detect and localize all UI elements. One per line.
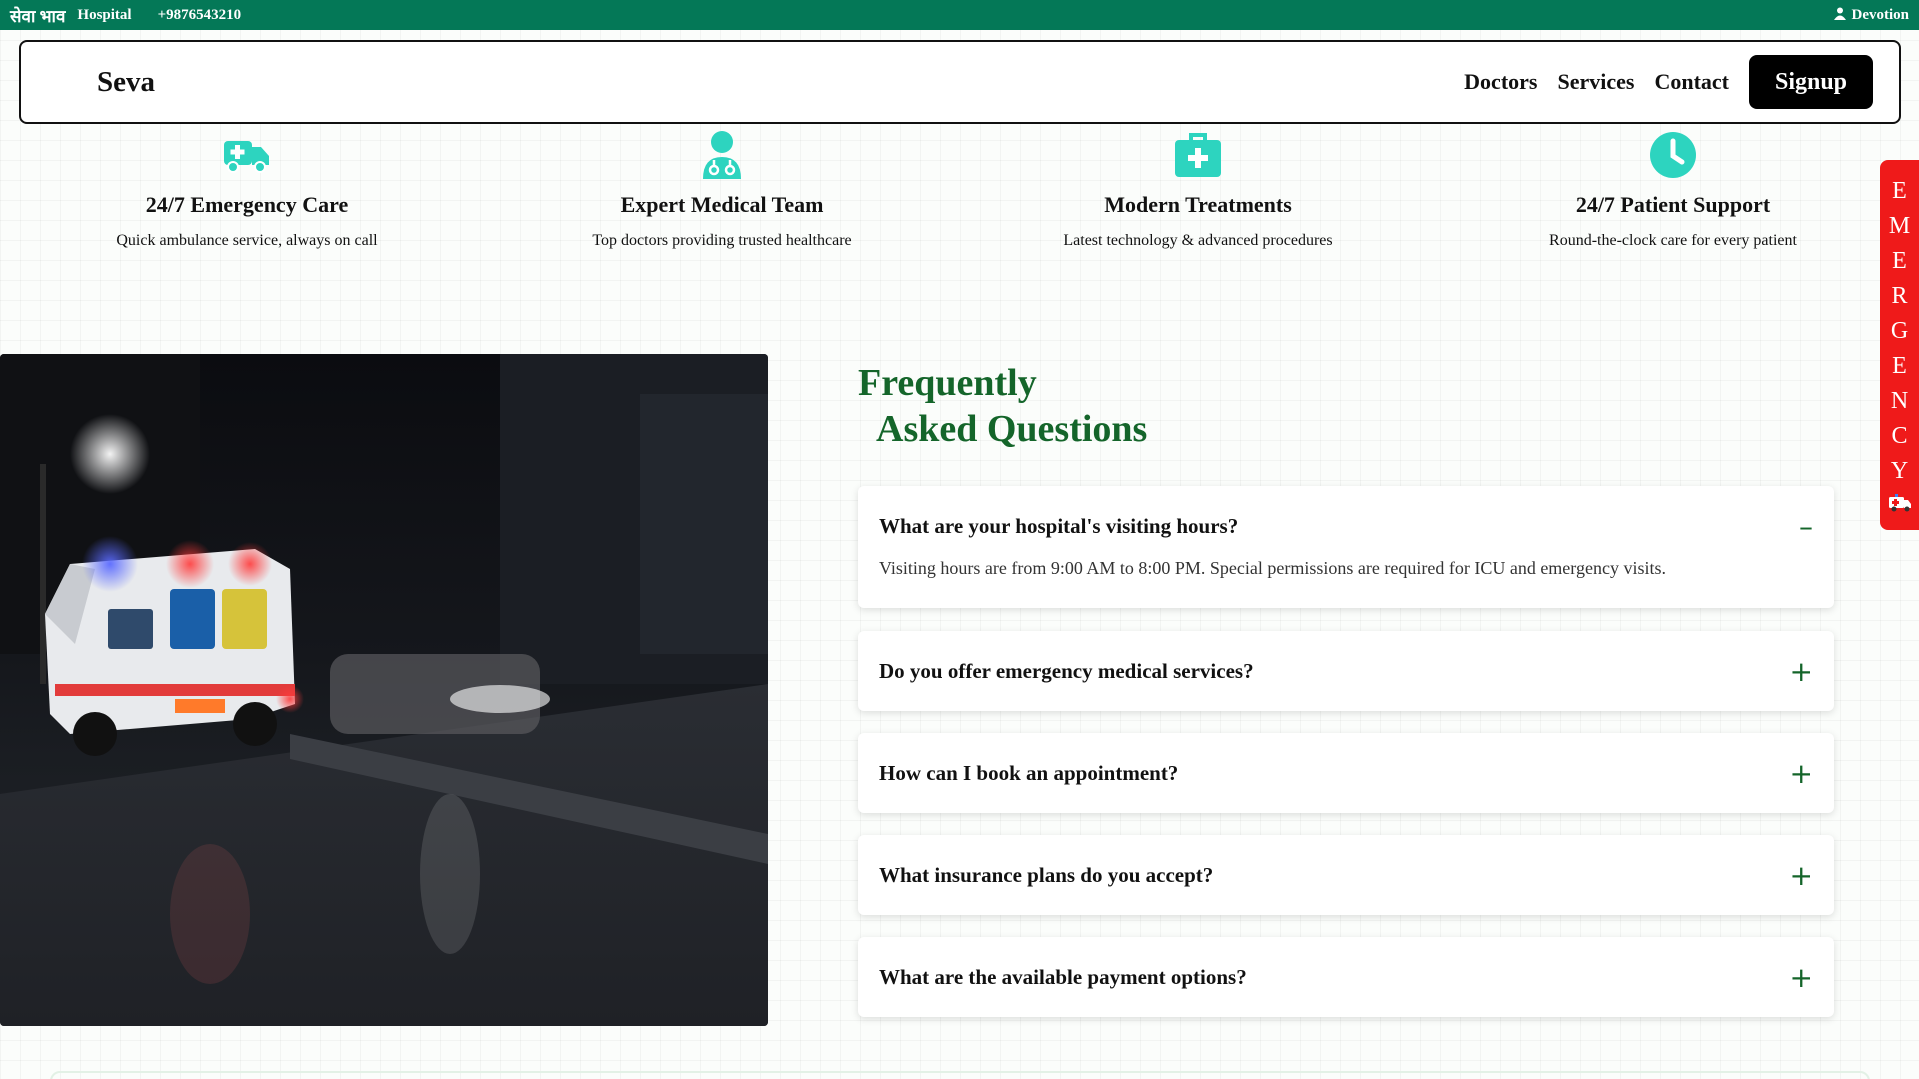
emergency-letter: Y (1890, 458, 1909, 484)
feature-title: Expert Medical Team (620, 192, 824, 217)
feature-title: Modern Treatments (1104, 192, 1292, 217)
ambulance-photo (0, 354, 768, 1026)
emergency-letter: M (1888, 213, 1911, 239)
faq-title-line1: Frequently (858, 362, 1037, 404)
faq-question-text: What insurance plans do you accept? (879, 862, 1214, 887)
user-menu[interactable]: Devotion (1833, 6, 1910, 24)
feature-medical-team: Expert Medical Team Top doctors providin… (512, 130, 932, 250)
clock-icon (1463, 130, 1883, 180)
feature-title: 24/7 Emergency Care (145, 192, 349, 217)
emergency-letter: G (1890, 318, 1909, 344)
medical-kit-icon (988, 130, 1408, 180)
faq-question-text: How can I book an appointment? (879, 760, 1179, 785)
feature-title: 24/7 Patient Support (1575, 192, 1771, 217)
user-name: Devotion (1851, 6, 1910, 23)
faq-question-text: What are your hospital's visiting hours? (879, 513, 1239, 538)
next-section-card (50, 1071, 1870, 1079)
plus-icon[interactable]: + (1790, 859, 1813, 892)
faq-item-visiting-hours: What are your hospital's visiting hours?… (858, 486, 1834, 608)
doctor-icon (512, 130, 932, 180)
minus-icon[interactable]: – (1799, 510, 1813, 543)
faq-item-insurance: What insurance plans do you accept? + (858, 835, 1834, 915)
phone-number[interactable]: +9876543210 (158, 7, 242, 24)
plus-icon[interactable]: + (1790, 655, 1813, 688)
faq-question[interactable]: What are your hospital's visiting hours?… (879, 486, 1813, 566)
emergency-letter: E (1892, 248, 1907, 274)
nav-link-contact[interactable]: Contact (1654, 69, 1729, 95)
ambulance-icon (37, 130, 457, 180)
emergency-tab[interactable]: E M E R G E N C Y (1880, 160, 1919, 530)
faq-question-text: Do you offer emergency medical services? (879, 658, 1254, 683)
faq-answer: Visiting hours are from 9:00 AM to 8:00 … (879, 558, 1666, 578)
feature-description: Top doctors providing trusted healthcare (592, 232, 852, 249)
emergency-letter: R (1891, 283, 1908, 309)
brand-hindi: सेवा भाव (10, 6, 66, 26)
ambulance-icon (1888, 491, 1912, 521)
signup-button[interactable]: Signup (1749, 55, 1873, 109)
feature-description: Quick ambulance service, always on call (116, 232, 378, 249)
faq-question-text: What are the available payment options? (879, 964, 1247, 989)
faq-question[interactable]: Do you offer emergency medical services?… (879, 631, 1813, 711)
plus-icon[interactable]: + (1790, 961, 1813, 994)
main-navbar: Seva Doctors Services Contact Signup (19, 40, 1901, 124)
features-section: 24/7 Emergency Care Quick ambulance serv… (0, 124, 1880, 264)
emergency-letter: C (1891, 423, 1908, 449)
faq-question[interactable]: What are the available payment options? … (879, 937, 1813, 1017)
nav-link-services[interactable]: Services (1557, 69, 1634, 95)
site-logo[interactable]: Seva (97, 66, 155, 99)
person-icon (1833, 7, 1846, 24)
top-bar: सेवा भाव Hospital +9876543210 Devotion (0, 0, 1919, 30)
faq-item-payment: What are the available payment options? … (858, 937, 1834, 1017)
feature-modern-treatments: Modern Treatments Latest technology & ad… (988, 130, 1408, 250)
faq-question[interactable]: What insurance plans do you accept? + (879, 835, 1813, 915)
emergency-letter: E (1892, 353, 1907, 379)
feature-patient-support: 24/7 Patient Support Round-the-clock car… (1463, 130, 1883, 250)
nav-links: Doctors Services Contact Signup (1464, 55, 1873, 109)
faq-item-emergency-services: Do you offer emergency medical services?… (858, 631, 1834, 711)
faq-item-appointment: How can I book an appointment? + (858, 733, 1834, 813)
feature-emergency-care: 24/7 Emergency Care Quick ambulance serv… (37, 130, 457, 250)
feature-description: Latest technology & advanced procedures (1063, 232, 1333, 249)
faq-title-line2: Asked Questions (876, 408, 1148, 450)
nav-link-doctors[interactable]: Doctors (1464, 69, 1537, 95)
faq-title: Frequently Asked Questions (858, 360, 1147, 452)
brand-english: Hospital (77, 6, 132, 23)
feature-description: Round-the-clock care for every patient (1549, 232, 1797, 249)
plus-icon[interactable]: + (1790, 757, 1813, 790)
emergency-letter: N (1890, 388, 1909, 414)
emergency-letter: E (1892, 178, 1907, 204)
faq-question[interactable]: How can I book an appointment? + (879, 733, 1813, 813)
